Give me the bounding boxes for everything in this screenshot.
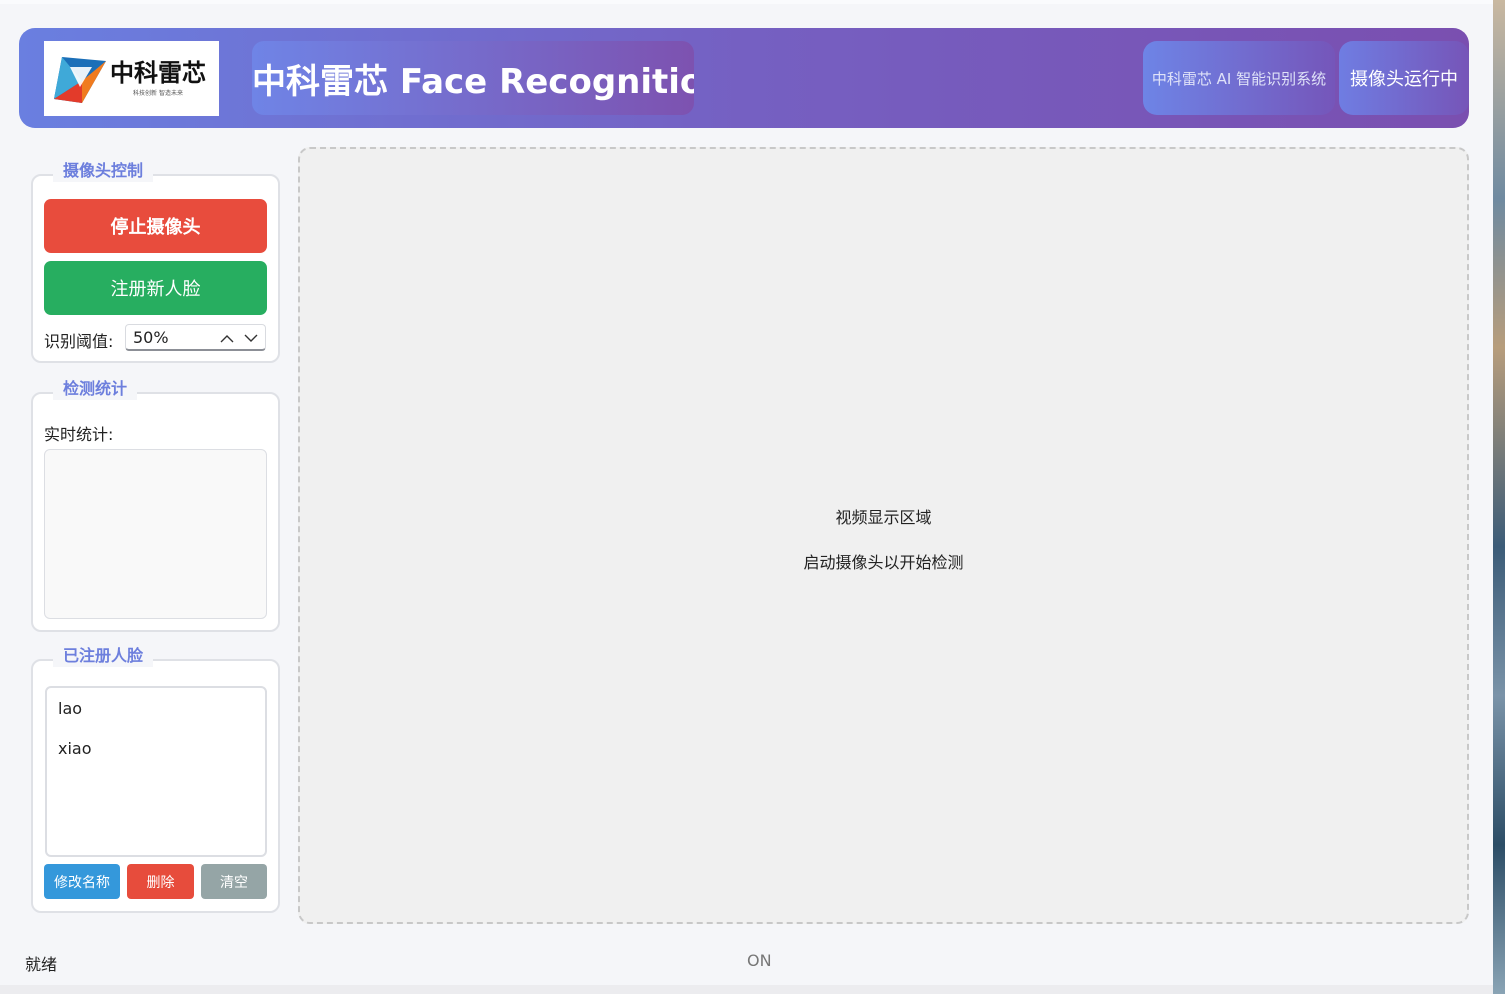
camera-control-group: 摄像头控制 停止摄像头 注册新人脸 识别阈值: 50%	[31, 160, 280, 363]
logo: 中科雷芯 科技创新 智造未来	[44, 41, 219, 116]
clear-button[interactable]: 清空	[201, 864, 267, 899]
app-title: 中科雷芯 Face Recognition	[252, 61, 694, 102]
stats-group: 检测统计 实时统计:	[31, 378, 280, 632]
stats-textarea[interactable]	[44, 449, 267, 619]
chevron-down-icon[interactable]	[242, 329, 260, 347]
logo-mark-icon	[54, 56, 106, 103]
camera-status: 摄像头运行中	[1350, 69, 1458, 90]
threshold-spinbox[interactable]: 50%	[125, 324, 266, 351]
video-placeholder-title: 视频显示区域	[835, 508, 932, 527]
list-item[interactable]: lao	[47, 696, 265, 736]
window-top-edge	[0, 0, 1493, 4]
delete-button[interactable]: 删除	[127, 864, 194, 899]
rename-button[interactable]: 修改名称	[44, 864, 120, 899]
logo-subtitle: 科技创新 智造未来	[133, 90, 183, 97]
registered-faces-list[interactable]: lao xiao	[45, 686, 267, 857]
bottom-edge	[0, 985, 1493, 994]
system-name-pill: 中科雷芯 AI 智能识别系统	[1143, 41, 1335, 115]
list-item[interactable]: xiao	[47, 736, 265, 776]
app-window: 中科雷芯 科技创新 智造未来 中科雷芯 Face Recognition 中科雷…	[0, 0, 1493, 994]
threshold-label: 识别阈值:	[44, 332, 114, 351]
header-banner: 中科雷芯 科技创新 智造未来 中科雷芯 Face Recognition 中科雷…	[19, 28, 1469, 128]
chevron-up-icon[interactable]	[218, 329, 236, 347]
registered-faces-title: 已注册人脸	[53, 645, 154, 667]
desktop-background	[1493, 0, 1505, 994]
status-text: 就绪	[25, 955, 58, 974]
camera-status-pill: 摄像头运行中	[1339, 41, 1469, 115]
status-indicator: ON	[747, 951, 772, 970]
video-display-area: 视频显示区域 启动摄像头以开始检测	[298, 147, 1469, 924]
logo-title: 中科雷芯	[110, 59, 206, 87]
threshold-value: 50%	[133, 327, 169, 347]
stats-title: 检测统计	[53, 378, 138, 400]
stop-camera-button[interactable]: 停止摄像头	[44, 199, 267, 253]
registered-faces-group: 已注册人脸 lao xiao 修改名称 删除 清空	[31, 645, 280, 913]
stats-label: 实时统计:	[44, 425, 114, 444]
register-face-button[interactable]: 注册新人脸	[44, 261, 267, 315]
system-name: 中科雷芯 AI 智能识别系统	[1151, 69, 1327, 88]
video-placeholder-hint: 启动摄像头以开始检测	[803, 553, 964, 572]
title-pill: 中科雷芯 Face Recognition	[252, 41, 694, 115]
camera-control-title: 摄像头控制	[53, 160, 154, 182]
